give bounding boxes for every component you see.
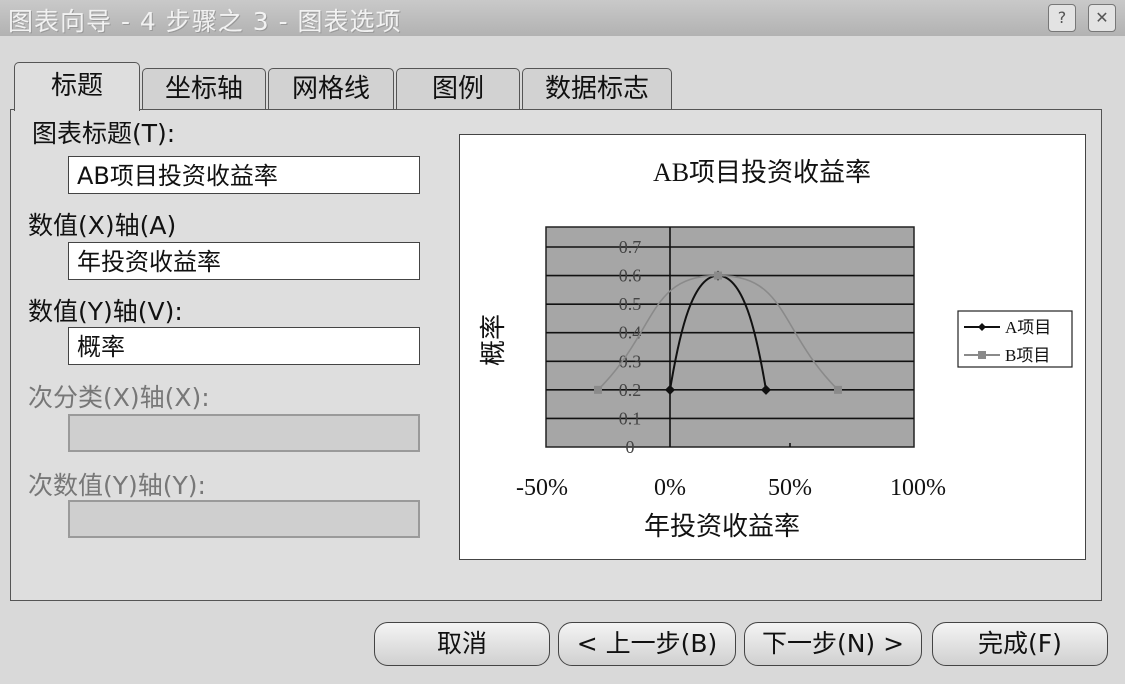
close-button[interactable]: ✕ (1088, 4, 1116, 32)
y-tick-label: 0.6 (619, 266, 642, 286)
x-axis-title: 年投资收益率 (644, 512, 800, 541)
tab-data-labels[interactable]: 数据标志 (522, 68, 672, 109)
help-button[interactable]: ? (1048, 4, 1076, 32)
x-axis-input[interactable]: 年投资收益率 (68, 242, 420, 280)
tab-legend[interactable]: 图例 (396, 68, 520, 109)
secondary-x-axis-input (68, 414, 420, 452)
finish-button[interactable]: 完成(F) (932, 622, 1108, 666)
window-title: 图表向导 - 4 步骤之 3 - 图表选项 (8, 7, 402, 36)
secondary-x-axis-label: 次分类(X)轴(X): (28, 383, 210, 412)
legend-label: B项目 (1005, 346, 1050, 365)
chart-title: AB项目投资收益率 (653, 158, 871, 187)
chart-title-input[interactable]: AB项目投资收益率 (68, 156, 420, 194)
x-axis-label: 数值(X)轴(A) (28, 211, 177, 240)
chart-title-label: 图表标题(T): (32, 119, 176, 148)
series-point (714, 271, 722, 280)
secondary-y-axis-label: 次数值(Y)轴(Y): (28, 471, 206, 500)
tab-title[interactable]: 标题 (14, 62, 140, 111)
series-point (834, 385, 842, 394)
y-axis-input[interactable]: 概率 (68, 327, 420, 365)
chart-preview: AB项目投资收益率 0 0.1 0.2 0.3 0.4 0.5 0.6 0.7 -50% 0% 5… (459, 134, 1086, 560)
secondary-y-axis-input (68, 500, 420, 538)
y-tick-label: 0.2 (619, 380, 642, 400)
next-button[interactable]: 下一步(N) > (744, 622, 922, 666)
x-tick-label: 100% (890, 475, 946, 501)
title-bar: 图表向导 - 4 步骤之 3 - 图表选项 ? ✕ (0, 0, 1125, 36)
y-tick-label: 0.5 (619, 294, 642, 314)
y-tick-label: 0 (626, 437, 635, 457)
y-tick-label: 0.1 (619, 408, 642, 428)
chart-svg: AB项目投资收益率 00.10.20.30.40.50.60.7 -50% 0% 5… (479, 158, 1073, 541)
x-tick-label: 50% (768, 475, 812, 501)
x-tick-label: -50% (516, 475, 568, 501)
legend-marker (978, 351, 986, 359)
legend-label: A项目 (1005, 318, 1051, 337)
x-tick-labels: -50% 0% 50% 100% (516, 475, 946, 501)
tab-gridlines[interactable]: 网格线 (268, 68, 394, 109)
plot-area (545, 226, 915, 448)
series-point (594, 385, 602, 394)
y-axis-label: 数值(Y)轴(V): (28, 297, 183, 326)
back-button[interactable]: < 上一步(B) (558, 622, 736, 666)
legend: A项目 B项目 (957, 310, 1073, 368)
x-tick-label: 0% (654, 475, 686, 501)
y-tick-label: 0.7 (619, 237, 642, 257)
y-axis-title: 概率 (479, 314, 508, 366)
tab-axes[interactable]: 坐标轴 (142, 68, 266, 109)
cancel-button[interactable]: 取消 (374, 622, 550, 666)
y-tick-label: 0.4 (619, 323, 642, 343)
